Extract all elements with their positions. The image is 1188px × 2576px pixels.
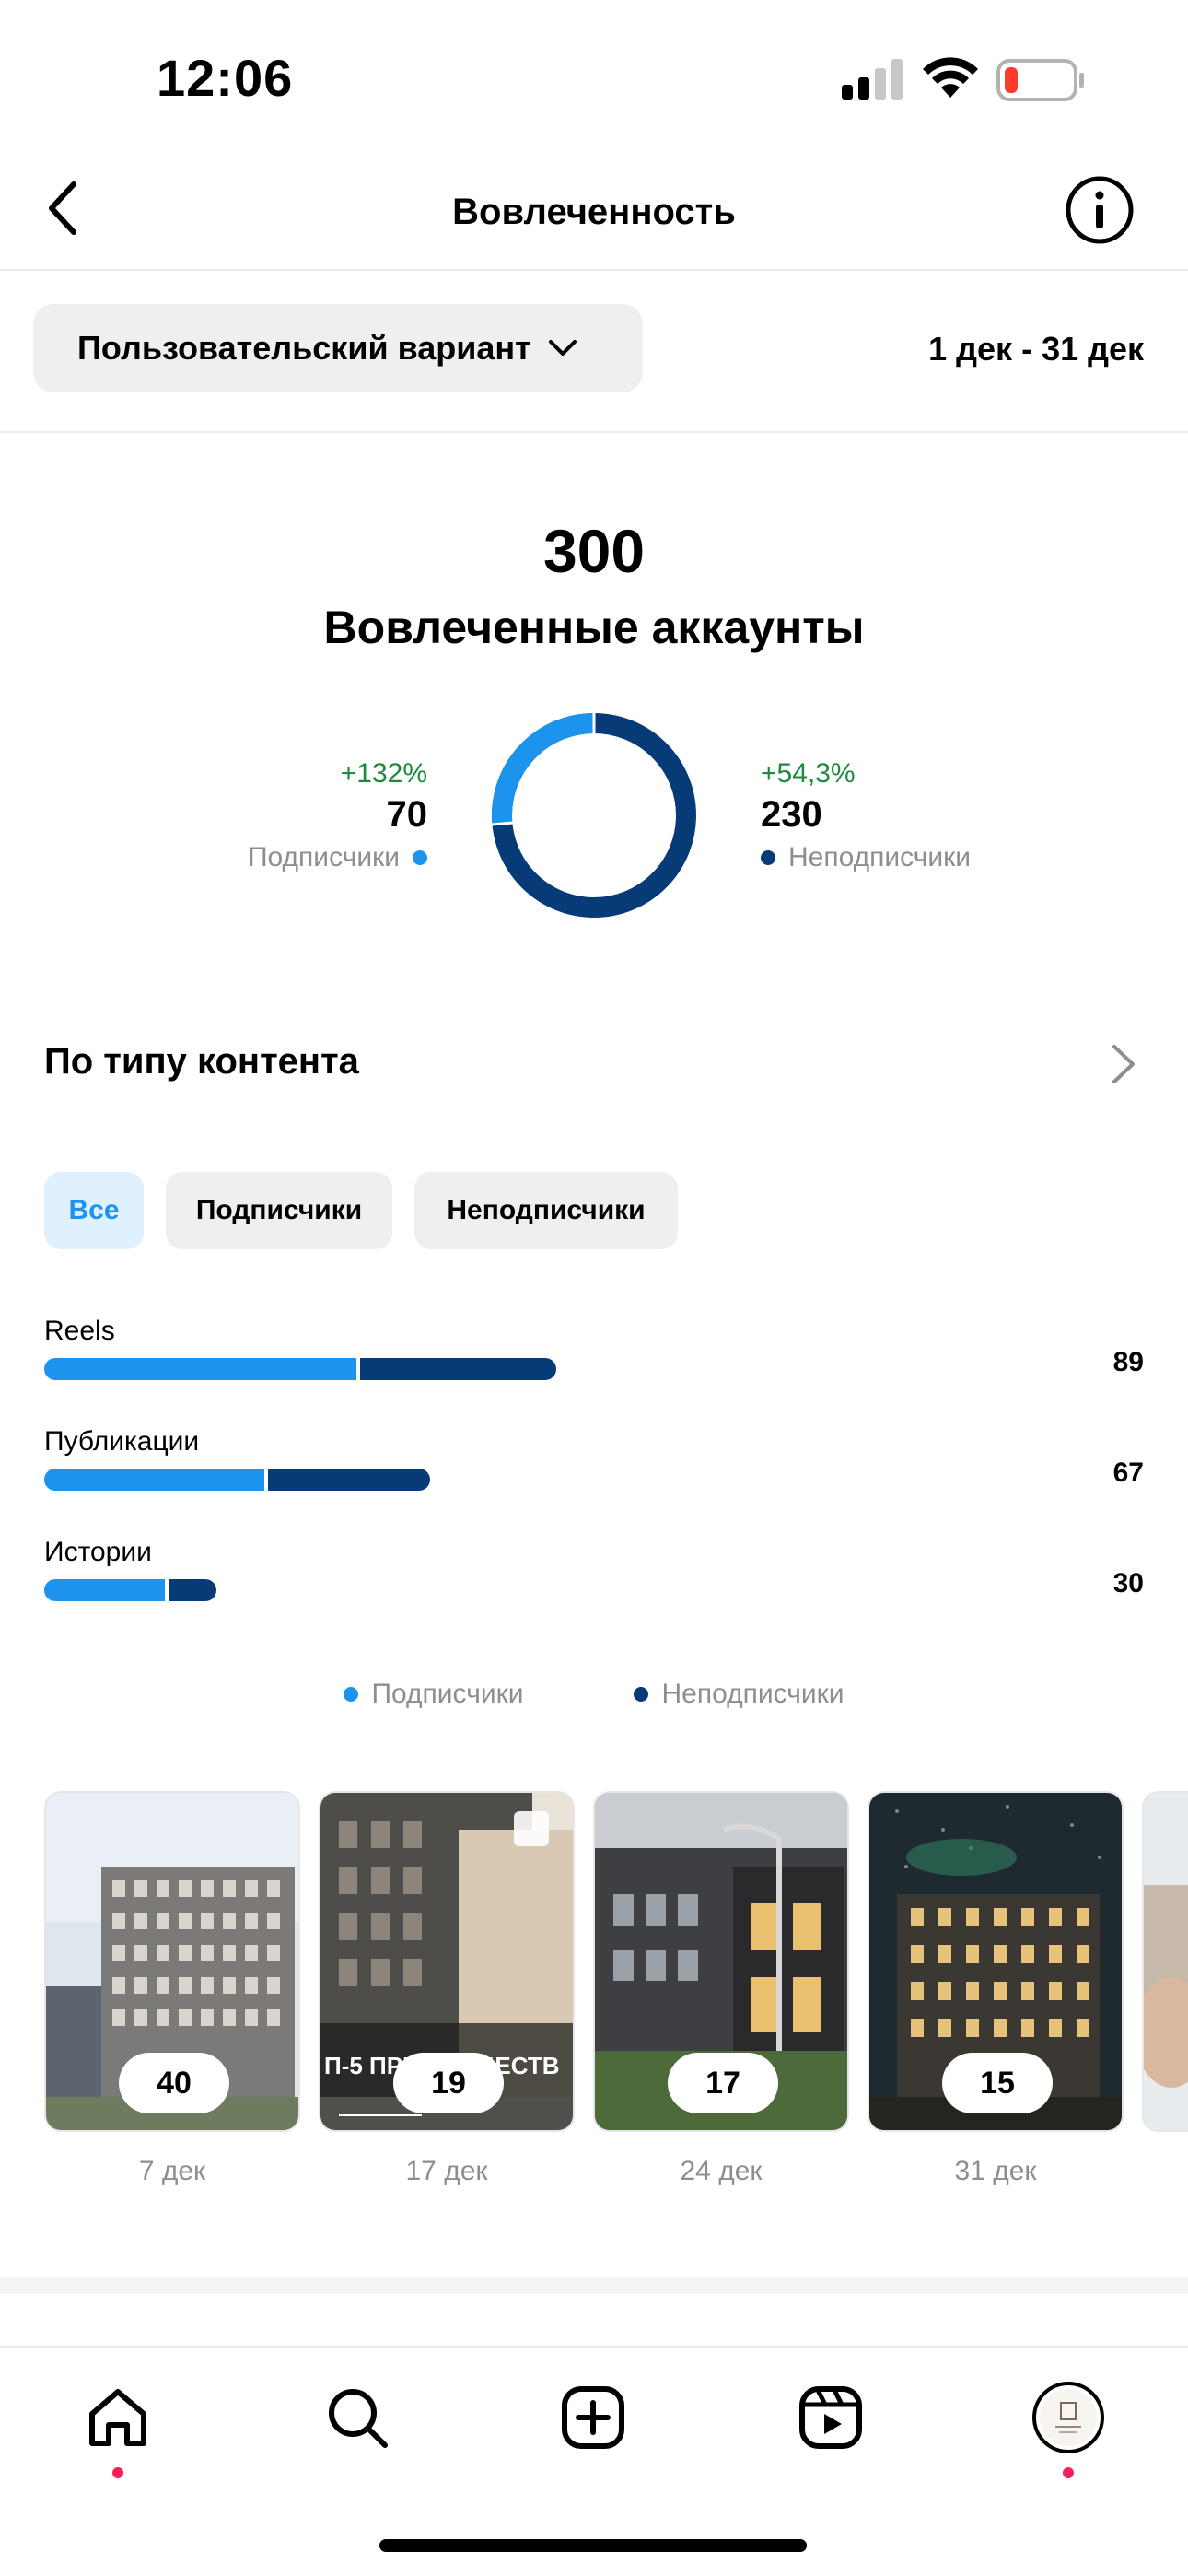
- bar-row-stories: Истории 30: [44, 1537, 1144, 1620]
- top-content-thumbnails: 40 П-5 ПРЕИМУЩЕСТВ 19: [44, 1791, 1188, 2132]
- followers-label: Подписчики: [247, 842, 400, 872]
- thumbnail-value: 17: [668, 2053, 778, 2113]
- bar-followers-segment: [44, 1579, 166, 1601]
- engaged-accounts-value: 300: [542, 517, 646, 585]
- bar-non-followers-segment: [360, 1358, 556, 1380]
- thumbnail-date: 17 дек: [405, 2156, 488, 2186]
- bar-followers-segment: [44, 1469, 264, 1491]
- legend-non-followers: Неподписчики: [634, 1679, 844, 1710]
- bar-value: 67: [1112, 1458, 1144, 1488]
- thumbnail-post[interactable]: П-5 ПРЕИМУЩЕСТВ 19: [319, 1791, 575, 2132]
- wifi-icon: [923, 57, 978, 98]
- bar-non-followers-segment: [267, 1469, 430, 1491]
- non-followers-stat: +54,3% 230 Неподписчики: [761, 755, 971, 879]
- followers-label-row: Подписчики: [248, 837, 427, 879]
- thumbnail-date: 31 дек: [954, 2156, 1037, 2186]
- thumbnail-post[interactable]: 40: [44, 1791, 300, 2132]
- chevron-down-icon: [548, 340, 577, 356]
- page-title: Вовлеченность: [452, 192, 736, 232]
- tab-home[interactable]: [81, 2381, 155, 2454]
- section-divider: [0, 2277, 1188, 2294]
- battery-low-icon: [996, 59, 1084, 101]
- profile-notification-dot: [1063, 2467, 1074, 2478]
- reels-icon: [799, 2386, 862, 2449]
- non-followers-dot: [761, 850, 775, 865]
- bar-track: [44, 1469, 430, 1491]
- thumbnail-value: 40: [119, 2053, 229, 2113]
- legend-followers: Подписчики: [344, 1679, 523, 1710]
- bar-non-followers-segment: [169, 1579, 217, 1601]
- navigation-bar: Вовлеченность: [0, 147, 1188, 271]
- followers-dot: [413, 850, 427, 865]
- tab-all[interactable]: Все: [44, 1172, 144, 1249]
- chart-legend: Подписчики Неподписчики: [0, 1679, 1188, 1710]
- bar-row-reels: Reels 89: [44, 1316, 1144, 1399]
- thumbnail-post-partial[interactable]: [1142, 1791, 1188, 2132]
- home-indicator: [379, 2539, 807, 2552]
- tab-followers[interactable]: Подписчики: [166, 1172, 392, 1249]
- legend-non-followers-label: Неподписчики: [661, 1679, 844, 1709]
- bar-value: 30: [1112, 1568, 1144, 1598]
- followers-stat: +132% 70 Подписчики: [248, 755, 427, 879]
- tab-profile[interactable]: [1031, 2381, 1105, 2454]
- bar-followers-segment: [44, 1358, 357, 1380]
- thumbnail-post[interactable]: 15: [868, 1791, 1124, 2132]
- bar-label: Истории: [44, 1537, 152, 1567]
- bar-label: Reels: [44, 1316, 115, 1346]
- thumbnail-date: 7 дек: [138, 2156, 206, 2186]
- bar-label: Публикации: [44, 1426, 200, 1457]
- profile-avatar: [1032, 2382, 1104, 2453]
- bar-value: 89: [1112, 1347, 1144, 1377]
- tab-search[interactable]: [320, 2381, 394, 2454]
- legend-followers-label: Подписчики: [371, 1679, 524, 1709]
- date-range[interactable]: 1 дек - 31 дек: [928, 330, 1144, 369]
- cellular-signal-icon: [842, 59, 903, 100]
- home-notification-dot: [112, 2467, 123, 2478]
- tab-non-followers[interactable]: Неподписчики: [414, 1172, 678, 1249]
- legend-non-followers-dot: [634, 1687, 649, 1702]
- content-type-title: По типу контента: [44, 1041, 359, 1082]
- chevron-right-icon[interactable]: [1105, 1041, 1142, 1087]
- range-dropdown[interactable]: Пользовательский вариант: [33, 304, 643, 392]
- thumbnail-value: 19: [393, 2053, 504, 2113]
- legend-followers-dot: [344, 1687, 359, 1702]
- status-time: 12:06: [157, 49, 294, 107]
- donut-followers-arc: [492, 713, 595, 825]
- followers-value: 70: [386, 794, 428, 835]
- followers-change: +132%: [340, 758, 427, 789]
- filter-bar: Пользовательский вариант 1 дек - 31 дек: [0, 271, 1188, 433]
- non-followers-value: 230: [761, 794, 822, 835]
- info-icon[interactable]: [1061, 171, 1138, 249]
- search-icon: [329, 2389, 388, 2448]
- non-followers-label: Неподписчики: [788, 842, 972, 872]
- tab-create[interactable]: [556, 2381, 630, 2454]
- create-icon: [562, 2386, 624, 2449]
- thumbnail-date: 24 дек: [680, 2156, 763, 2186]
- followers-donut-chart: [491, 713, 696, 918]
- non-followers-label-row: Неподписчики: [761, 837, 971, 879]
- range-dropdown-label: Пользовательский вариант: [77, 329, 531, 367]
- non-followers-change: +54,3%: [761, 758, 856, 789]
- person-image: [1144, 1793, 1188, 2130]
- bar-track: [44, 1358, 556, 1380]
- bar-row-posts: Публикации 67: [44, 1426, 1144, 1509]
- home-icon: [89, 2389, 146, 2446]
- bar-track: [44, 1579, 217, 1601]
- thumbnail-value: 15: [942, 2053, 1053, 2113]
- engaged-accounts-label: Вовлеченные аккаунты: [323, 602, 865, 653]
- tab-reels[interactable]: [794, 2381, 868, 2454]
- thumbnail-post[interactable]: 17: [593, 1791, 849, 2132]
- audience-tabs: Все Подписчики Неподписчики: [44, 1172, 678, 1249]
- status-bar: 12:06: [0, 0, 1188, 147]
